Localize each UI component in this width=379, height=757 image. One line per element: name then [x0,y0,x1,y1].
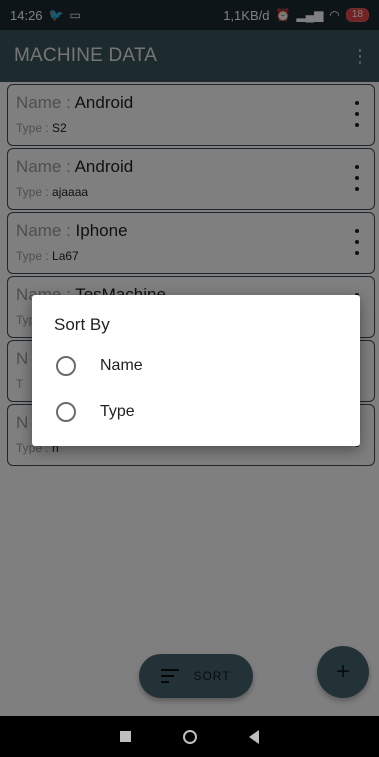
option-label: Type [100,403,135,420]
back-icon[interactable] [249,729,259,744]
recents-icon[interactable] [120,731,131,742]
home-icon[interactable] [183,729,197,744]
dialog-title: Sort By [54,315,110,334]
sort-option-name[interactable]: Name [56,353,143,379]
radio-unchecked-icon[interactable] [56,356,76,376]
sort-option-type[interactable]: Type [56,399,135,425]
system-nav-bar [0,716,379,757]
option-label: Name [100,357,143,374]
radio-unchecked-icon[interactable] [56,402,76,422]
sort-dialog: Sort By Name Type [32,295,360,446]
